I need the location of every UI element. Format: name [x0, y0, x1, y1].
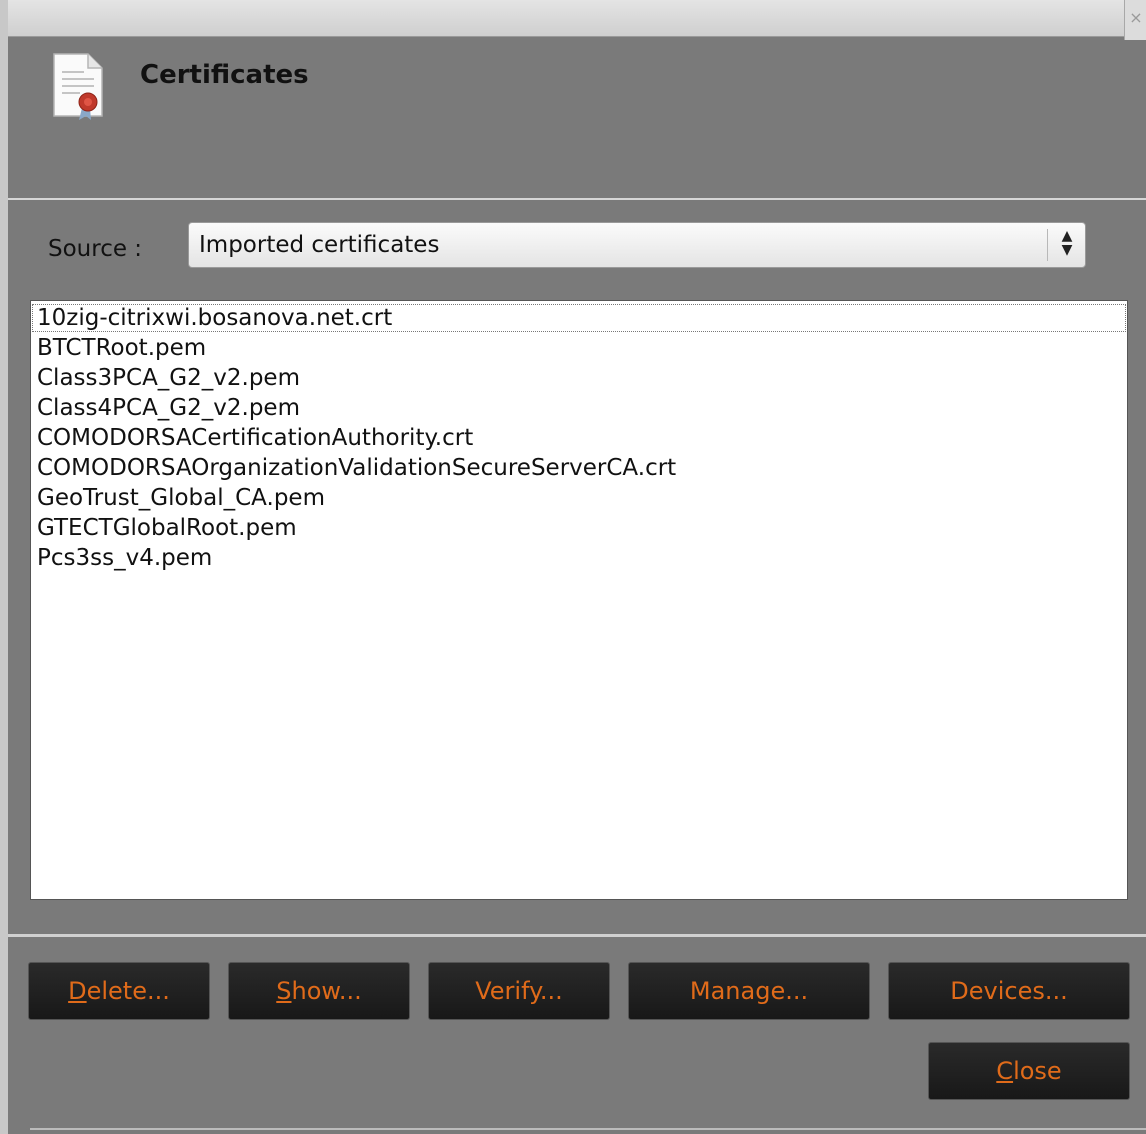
list-item[interactable]: COMODORSAOrganizationValidationSecureSer…	[31, 453, 1127, 483]
list-item[interactable]: Pcs3ss_v4.pem	[31, 543, 1127, 573]
show-mnemonic: S	[276, 977, 292, 1005]
list-item[interactable]: GeoTrust_Global_CA.pem	[31, 483, 1127, 513]
window-close-icon[interactable]: ×	[1128, 8, 1144, 28]
devices-button[interactable]: Devices...	[888, 962, 1130, 1020]
window-bottom-edge	[30, 1128, 1146, 1130]
title-bar[interactable]	[8, 0, 1124, 37]
delete-button[interactable]: Delete...	[28, 962, 210, 1020]
source-selected-value: Imported certificates	[199, 232, 440, 258]
button-area-divider	[8, 934, 1146, 937]
header-divider	[8, 198, 1146, 200]
close-label: lose	[1013, 1057, 1062, 1085]
dropdown-separator	[1047, 229, 1048, 261]
show-label: how...	[291, 977, 362, 1005]
delete-label: elete...	[86, 977, 170, 1005]
close-button[interactable]: Close	[928, 1042, 1130, 1100]
certificate-icon	[53, 53, 103, 120]
up-down-arrows-icon: ▲ ▼	[1061, 228, 1073, 258]
source-dropdown[interactable]: Imported certificates ▲ ▼	[188, 222, 1086, 268]
list-item[interactable]: Class4PCA_G2_v2.pem	[31, 393, 1127, 423]
verify-button[interactable]: Verify...	[428, 962, 610, 1020]
close-mnemonic: C	[996, 1057, 1014, 1085]
certificates-dialog: × Certificates Source : Imported certifi…	[0, 0, 1146, 1134]
delete-mnemonic: D	[68, 977, 87, 1005]
list-item[interactable]: Class3PCA_G2_v2.pem	[31, 363, 1127, 393]
list-item[interactable]: GTECTGlobalRoot.pem	[31, 513, 1127, 543]
list-item[interactable]: 10zig-citrixwi.bosanova.net.crt	[31, 303, 1127, 333]
source-label: Source :	[48, 236, 143, 262]
certificate-list[interactable]: 10zig-citrixwi.bosanova.net.crt BTCTRoot…	[30, 300, 1128, 900]
list-item[interactable]: BTCTRoot.pem	[31, 333, 1127, 363]
manage-button[interactable]: Manage...	[628, 962, 870, 1020]
show-button[interactable]: Show...	[228, 962, 410, 1020]
list-item[interactable]: COMODORSACertificationAuthority.crt	[31, 423, 1127, 453]
window-left-edge	[0, 0, 8, 1134]
dialog-title: Certificates	[140, 60, 309, 90]
